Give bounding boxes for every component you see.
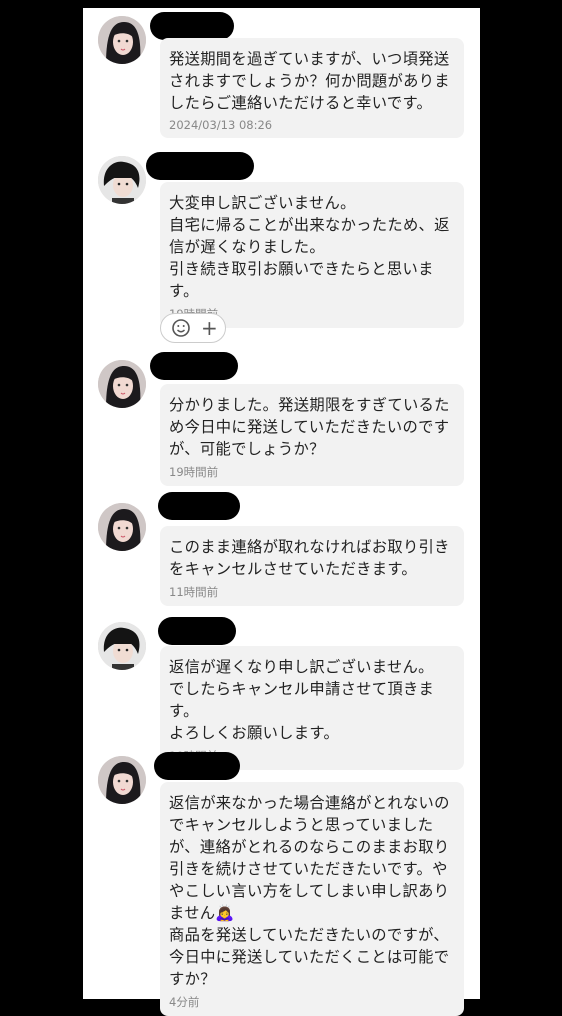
- avatar-buyer[interactable]: [98, 503, 146, 551]
- message-bubble[interactable]: このまま連絡が取れなければお取り引きをキャンセルさせていただきます。 11時間前: [160, 526, 464, 606]
- message-text: 返信が来なかった場合連絡がとれないのでキャンセルしようと思っていましたが、連絡が…: [169, 794, 450, 988]
- add-reaction-button[interactable]: +: [201, 314, 218, 342]
- message-bubble[interactable]: 分かりました。発送期限をすぎているため今日中に発送していただきたいのですが、可能…: [160, 384, 464, 486]
- avatar-seller[interactable]: [98, 156, 146, 204]
- username-redacted: [150, 12, 234, 40]
- message-text: 発送期間を過ぎていますが、いつ頃発送されますでしょうか？何か問題がありましたらご…: [169, 50, 450, 112]
- message-text: 大変申し訳ございません。 自宅に帰ることが出来なかったため、返信が遅くなりました…: [169, 194, 450, 300]
- username-redacted: [150, 352, 238, 380]
- message-text: 分かりました。発送期限をすぎているため今日中に発送していただきたいのですが、可能…: [169, 396, 450, 458]
- message-text: このまま連絡が取れなければお取り引きをキャンセルさせていただきます。: [169, 538, 450, 578]
- username-redacted: [158, 617, 236, 645]
- reaction-bar: +: [160, 313, 226, 343]
- message-timestamp: 19時間前: [169, 465, 219, 479]
- message-bubble[interactable]: 返信が来なかった場合連絡がとれないのでキャンセルしようと思っていましたが、連絡が…: [160, 782, 464, 1016]
- message-text: 返信が遅くなり申し訳ございません。 でしたらキャンセル申請させて頂きます。 よろ…: [169, 658, 435, 742]
- smile-icon[interactable]: [171, 318, 191, 342]
- message-bubble[interactable]: 発送期間を過ぎていますが、いつ頃発送されますでしょうか？何か問題がありましたらご…: [160, 38, 464, 138]
- username-redacted: [146, 152, 254, 180]
- avatar-seller[interactable]: [98, 622, 146, 670]
- message-timestamp: 11時間前: [169, 585, 219, 599]
- message-timestamp: 4分前: [169, 995, 200, 1009]
- username-redacted: [158, 492, 240, 520]
- avatar-buyer[interactable]: [98, 756, 146, 804]
- message-bubble[interactable]: 大変申し訳ございません。 自宅に帰ることが出来なかったため、返信が遅くなりました…: [160, 182, 464, 328]
- avatar-buyer[interactable]: [98, 16, 146, 64]
- avatar-buyer[interactable]: [98, 360, 146, 408]
- message-timestamp: 2024/03/13 08:26: [169, 118, 273, 132]
- username-redacted: [154, 752, 240, 780]
